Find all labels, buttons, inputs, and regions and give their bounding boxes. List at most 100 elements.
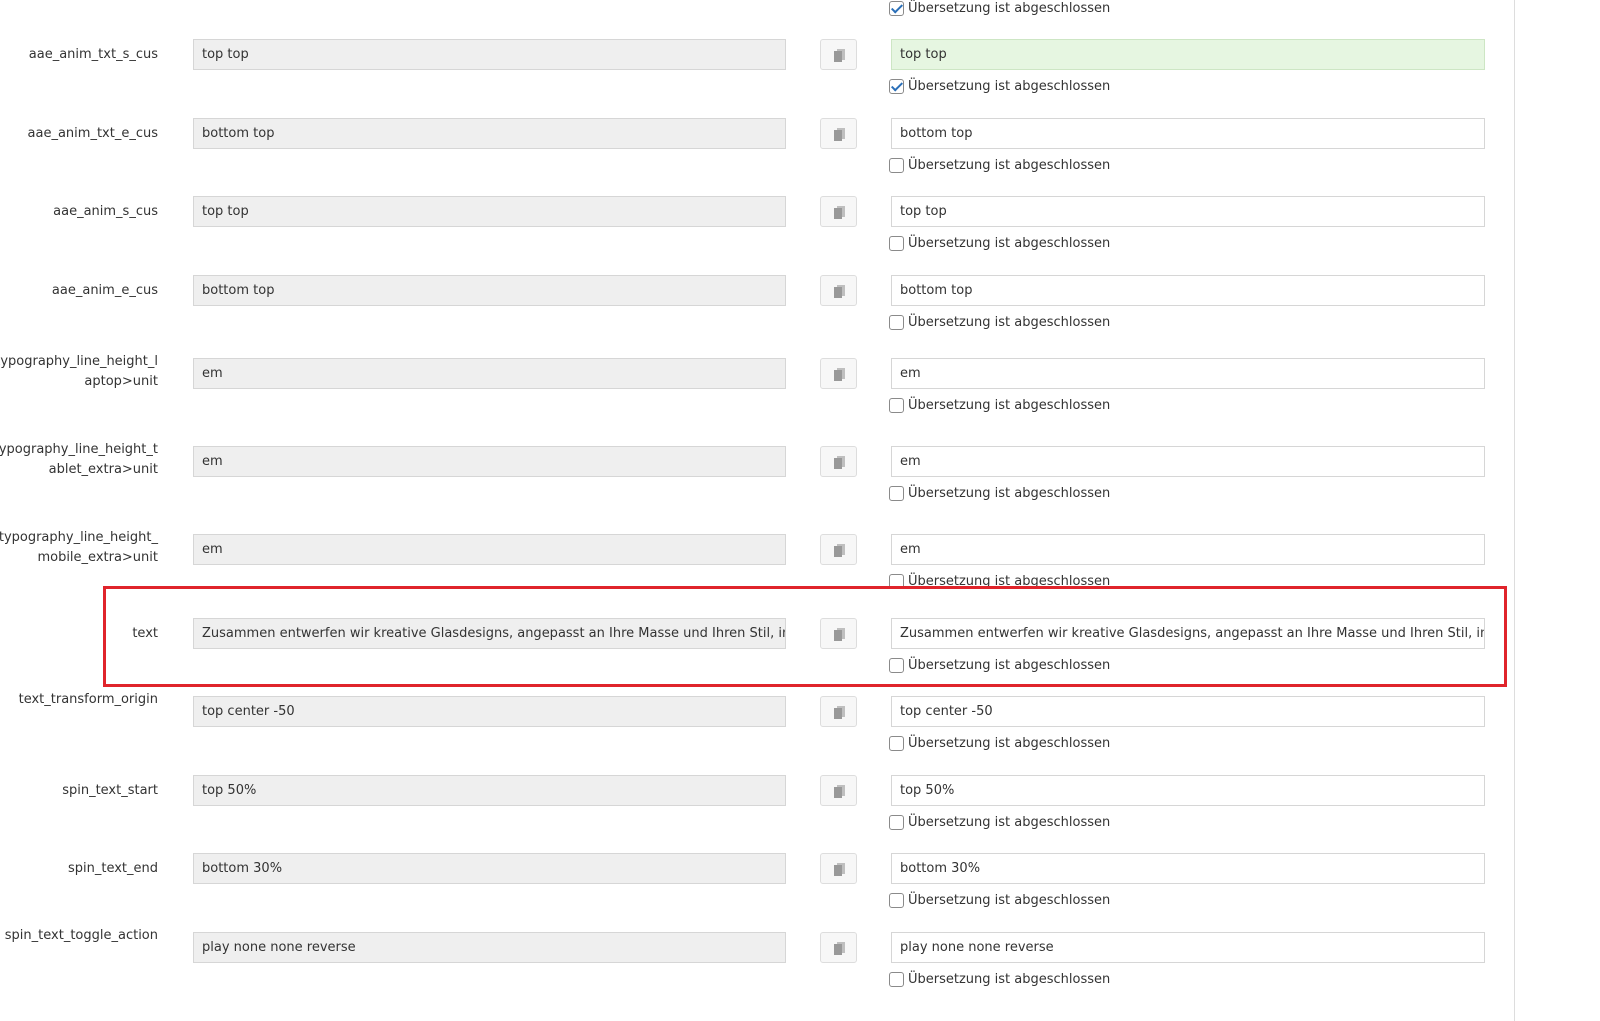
copy-icon: [834, 863, 845, 876]
target-text-input[interactable]: em: [891, 358, 1485, 389]
copy-icon: [834, 128, 845, 141]
source-text-field: play none none reverse: [193, 932, 786, 963]
translation-complete-checkbox[interactable]: Übersetzung ist abgeschlossen: [889, 234, 1110, 252]
copy-icon: [834, 368, 845, 381]
copy-source-button[interactable]: [820, 853, 857, 884]
checkbox-label: Übersetzung ist abgeschlossen: [908, 573, 1111, 589]
copy-icon: [834, 456, 845, 469]
translation-complete-checkbox[interactable]: Übersetzung ist abgeschlossen: [889, 77, 1110, 95]
checkbox-box[interactable]: [889, 485, 904, 501]
checkbox-label: Übersetzung ist abgeschlossen: [908, 78, 1111, 94]
checkbox-box[interactable]: [889, 735, 904, 751]
copy-source-button[interactable]: [820, 618, 857, 649]
checkbox-box[interactable]: [889, 235, 904, 251]
copy-source-button[interactable]: [820, 696, 857, 727]
checkbox-box[interactable]: [889, 657, 904, 673]
translation-row: aae_anim_txt_s_cus top top top top Übers…: [0, 39, 1515, 99]
translation-row: typography_line_height_laptop>unit em em…: [0, 354, 1515, 418]
copy-icon: [834, 285, 845, 298]
translation-complete-checkbox[interactable]: Übersetzung ist abgeschlossen: [889, 572, 1110, 590]
checkbox-box[interactable]: [889, 573, 904, 589]
checkbox-box[interactable]: [889, 157, 904, 173]
checkbox-box[interactable]: [889, 397, 904, 413]
copy-source-button[interactable]: [820, 446, 857, 477]
source-text-field: em: [193, 534, 786, 565]
translation-complete-checkbox[interactable]: Übersetzung ist abgeschlossen: [889, 656, 1110, 674]
source-text-field: bottom top: [193, 275, 786, 306]
target-text-input[interactable]: bottom 30%: [891, 853, 1485, 884]
field-key-label: typography_line_height_laptop>unit: [0, 354, 158, 389]
source-text-field: em: [193, 446, 786, 477]
checkbox-label: Übersetzung ist abgeschlossen: [908, 892, 1111, 908]
checkbox-label: Übersetzung ist abgeschlossen: [908, 485, 1111, 501]
copy-source-button[interactable]: [820, 196, 857, 227]
translation-row: aae_anim_e_cus bottom top bottom top Übe…: [0, 275, 1515, 335]
checkbox-label: Übersetzung ist abgeschlossen: [908, 397, 1111, 413]
copy-source-button[interactable]: [820, 275, 857, 306]
translation-row: typography_line_height_tablet_extra>unit…: [0, 442, 1515, 506]
copy-icon: [834, 785, 845, 798]
copy-icon: [834, 544, 845, 557]
translation-row: text_transform_origin top center -50 top…: [0, 692, 1515, 756]
translation-row: spin_text_start top 50% top 50% Übersetz…: [0, 775, 1515, 835]
copy-icon: [834, 628, 845, 641]
translation-complete-checkbox[interactable]: Übersetzung ist abgeschlossen: [889, 891, 1110, 909]
source-text-field: bottom top: [193, 118, 786, 149]
checkbox-label: Übersetzung ist abgeschlossen: [908, 157, 1111, 173]
source-text-field: Zusammen entwerfen wir kreative Glasdesi…: [193, 618, 786, 649]
target-text-input[interactable]: Zusammen entwerfen wir kreative Glasdesi…: [891, 618, 1485, 649]
translation-row: aae_anim_s_cus top top top top Übersetzu…: [0, 196, 1515, 256]
checkbox-label: Übersetzung ist abgeschlossen: [908, 0, 1111, 16]
translation-complete-checkbox[interactable]: Übersetzung ist abgeschlossen: [889, 813, 1110, 831]
target-text-input[interactable]: top top: [891, 196, 1485, 227]
target-text-input[interactable]: em: [891, 534, 1485, 565]
field-key-label: typography_line_height_mobile_extra>unit: [0, 530, 158, 565]
copy-source-button[interactable]: [820, 534, 857, 565]
checkbox-box[interactable]: [889, 971, 904, 987]
field-key-label: aae_anim_s_cus: [53, 204, 158, 219]
copy-icon: [834, 206, 845, 219]
translation-row: spin_text_toggle_action play none none r…: [0, 928, 1515, 992]
checkbox-label: Übersetzung ist abgeschlossen: [908, 657, 1111, 673]
translation-complete-checkbox[interactable]: Übersetzung ist abgeschlossen: [889, 313, 1110, 331]
copy-source-button[interactable]: [820, 39, 857, 70]
checkbox-label: Übersetzung ist abgeschlossen: [908, 735, 1111, 751]
field-key-label: spin_text_toggle_action: [4, 928, 158, 943]
copy-icon: [834, 49, 845, 62]
translation-complete-checkbox[interactable]: Übersetzung ist abgeschlossen: [889, 0, 1110, 17]
translation-complete-checkbox[interactable]: Übersetzung ist abgeschlossen: [889, 970, 1110, 988]
checkbox-label: Übersetzung ist abgeschlossen: [908, 235, 1111, 251]
checkbox-box[interactable]: [889, 892, 904, 908]
translation-complete-checkbox[interactable]: Übersetzung ist abgeschlossen: [889, 156, 1110, 174]
target-text-input[interactable]: em: [891, 446, 1485, 477]
copy-source-button[interactable]: [820, 118, 857, 149]
translation-complete-checkbox[interactable]: Übersetzung ist abgeschlossen: [889, 734, 1110, 752]
copy-source-button[interactable]: [820, 775, 857, 806]
checkbox-box[interactable]: [889, 0, 904, 16]
source-text-field: top top: [193, 39, 786, 70]
source-text-field: top 50%: [193, 775, 786, 806]
checkbox-label: Übersetzung ist abgeschlossen: [908, 314, 1111, 330]
field-key-label: aae_anim_txt_s_cus: [28, 47, 158, 62]
target-text-input[interactable]: top top: [891, 39, 1485, 70]
target-text-input[interactable]: top center -50: [891, 696, 1485, 727]
copy-source-button[interactable]: [820, 932, 857, 963]
field-key-label: aae_anim_txt_e_cus: [27, 126, 158, 141]
checkbox-box[interactable]: [889, 78, 904, 94]
copy-source-button[interactable]: [820, 358, 857, 389]
source-text-field: top top: [193, 196, 786, 227]
checkbox-label: Übersetzung ist abgeschlossen: [908, 814, 1111, 830]
translation-row: spin_text_end bottom 30% bottom 30% Über…: [0, 853, 1515, 913]
target-text-input[interactable]: bottom top: [891, 275, 1485, 306]
source-text-field: top center -50: [193, 696, 786, 727]
target-text-input[interactable]: play none none reverse: [891, 932, 1485, 963]
field-key-label: spin_text_start: [62, 783, 158, 798]
target-text-input[interactable]: top 50%: [891, 775, 1485, 806]
translation-complete-checkbox[interactable]: Übersetzung ist abgeschlossen: [889, 484, 1110, 502]
translation-complete-checkbox[interactable]: Übersetzung ist abgeschlossen: [889, 396, 1110, 414]
checkbox-box[interactable]: [889, 814, 904, 830]
checkbox-box[interactable]: [889, 314, 904, 330]
copy-icon: [834, 706, 845, 719]
target-text-input[interactable]: bottom top: [891, 118, 1485, 149]
translation-row: aae_anim_txt_e_cus bottom top bottom top…: [0, 118, 1515, 178]
